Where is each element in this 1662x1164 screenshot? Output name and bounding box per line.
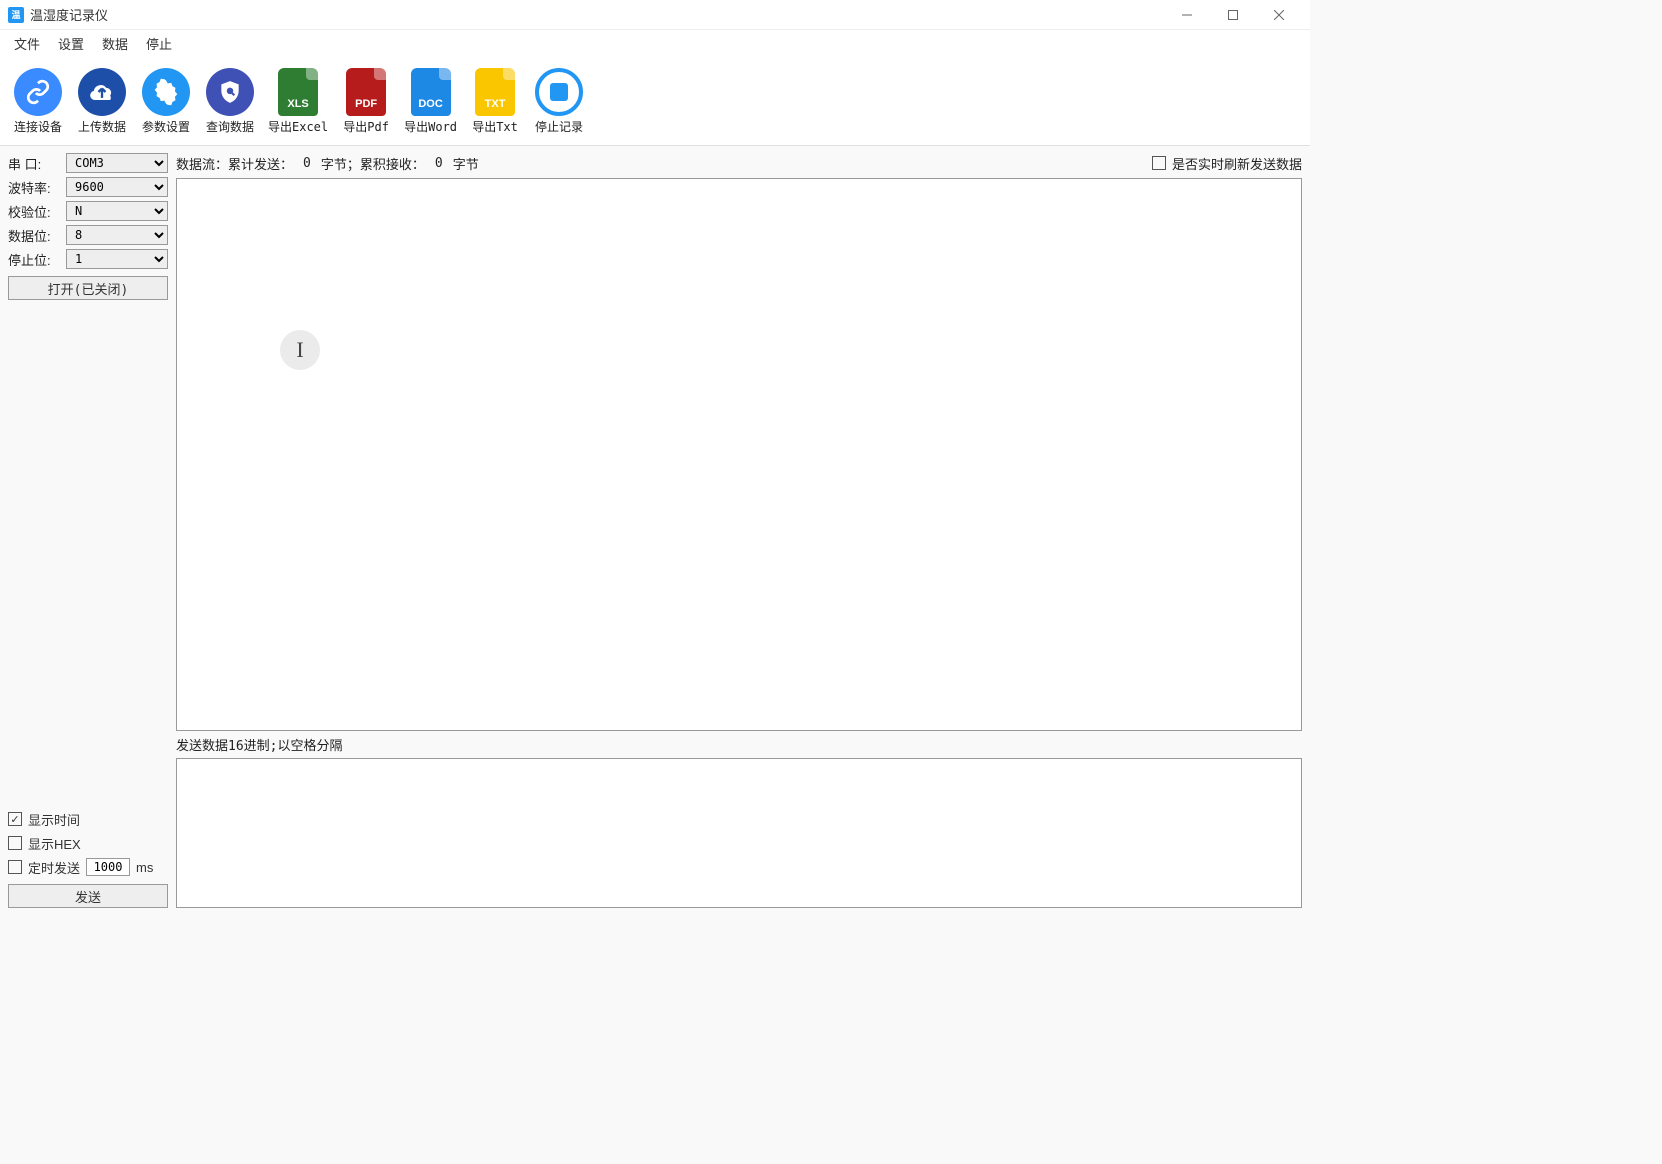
interval-unit: ms <box>136 860 153 875</box>
export-txt-label: 导出Txt <box>472 118 518 135</box>
recv-label: 累积接收： <box>360 154 425 173</box>
baud-select[interactable]: 9600 <box>66 177 168 197</box>
maximize-button[interactable] <box>1210 0 1256 30</box>
check-label: 校验位: <box>8 202 60 221</box>
port-label: 串 口: <box>8 154 60 173</box>
show-time-checkbox[interactable]: ✓ <box>8 812 22 826</box>
export-word-label: 导出Word <box>404 118 457 135</box>
export-word-button[interactable]: DOC 导出Word <box>400 66 461 137</box>
show-hex-label: 显示HEX <box>28 834 81 853</box>
open-port-button[interactable]: 打开(已关闭) <box>8 276 168 300</box>
connect-device-label: 连接设备 <box>14 118 62 135</box>
cloud-upload-icon <box>78 68 126 116</box>
databit-select[interactable]: 8 <box>66 225 168 245</box>
port-select[interactable]: COM3 <box>66 153 168 173</box>
send-button[interactable]: 发送 <box>8 884 168 908</box>
export-txt-button[interactable]: TXT 导出Txt <box>465 66 525 137</box>
txt-file-icon: TXT <box>475 68 515 116</box>
realtime-refresh-label: 是否实时刷新发送数据 <box>1172 154 1302 173</box>
export-pdf-button[interactable]: PDF 导出Pdf <box>336 66 396 137</box>
upload-data-button[interactable]: 上传数据 <box>72 66 132 137</box>
export-pdf-label: 导出Pdf <box>343 118 389 135</box>
link-icon <box>14 68 62 116</box>
app-icon: 温 <box>8 7 24 23</box>
recv-count: 0 <box>435 156 443 171</box>
show-hex-checkbox[interactable] <box>8 836 22 850</box>
timed-send-checkbox[interactable] <box>8 860 22 874</box>
receive-textarea[interactable] <box>176 178 1302 731</box>
query-data-label: 查询数据 <box>206 118 254 135</box>
realtime-refresh-checkbox[interactable] <box>1152 156 1166 170</box>
connect-device-button[interactable]: 连接设备 <box>8 66 68 137</box>
doc-file-icon: DOC <box>411 68 451 116</box>
databit-label: 数据位: <box>8 226 60 245</box>
send-textarea[interactable] <box>176 758 1302 908</box>
stop-icon <box>535 68 583 116</box>
param-settings-label: 参数设置 <box>142 118 190 135</box>
recv-unit: 字节 <box>453 154 479 173</box>
close-button[interactable] <box>1256 0 1302 30</box>
window-title: 温湿度记录仪 <box>30 5 108 24</box>
stop-record-label: 停止记录 <box>535 118 583 135</box>
export-excel-label: 导出Excel <box>268 118 328 135</box>
sidebar: 串 口: COM3 波特率: 9600 校验位: N 数据位: 8 停止位: 1… <box>8 152 168 908</box>
pdf-file-icon: PDF <box>346 68 386 116</box>
window-titlebar: 温 温湿度记录仪 <box>0 0 1310 30</box>
gear-icon <box>142 68 190 116</box>
stop-record-button[interactable]: 停止记录 <box>529 66 589 137</box>
xls-file-icon: XLS <box>278 68 318 116</box>
timed-send-label: 定时发送 <box>28 858 80 877</box>
shield-search-icon <box>206 68 254 116</box>
query-data-button[interactable]: 查询数据 <box>200 66 260 137</box>
stopbit-label: 停止位: <box>8 250 60 269</box>
interval-input[interactable] <box>86 858 130 876</box>
param-settings-button[interactable]: 参数设置 <box>136 66 196 137</box>
sent-unit: 字节； <box>321 154 360 173</box>
check-select[interactable]: N <box>66 201 168 221</box>
show-time-label: 显示时间 <box>28 810 80 829</box>
baud-label: 波特率: <box>8 178 60 197</box>
flow-label: 数据流： <box>176 154 228 173</box>
toolbar: 连接设备 上传数据 参数设置 查询数据 XLS 导出Excel PDF 导出Pd… <box>0 56 1310 146</box>
data-flow-row: 数据流： 累计发送： 0 字节； 累积接收： 0 字节 是否实时刷新发送数据 <box>176 152 1302 174</box>
export-excel-button[interactable]: XLS 导出Excel <box>264 66 332 137</box>
menu-file[interactable]: 文件 <box>6 31 48 56</box>
upload-data-label: 上传数据 <box>78 118 126 135</box>
sent-count: 0 <box>303 156 311 171</box>
sent-label: 累计发送： <box>228 154 293 173</box>
send-hex-label: 发送数据16进制;以空格分隔 <box>176 735 1302 754</box>
menu-data[interactable]: 数据 <box>94 31 136 56</box>
minimize-button[interactable] <box>1164 0 1210 30</box>
menu-settings[interactable]: 设置 <box>50 31 92 56</box>
main-panel: 数据流： 累计发送： 0 字节； 累积接收： 0 字节 是否实时刷新发送数据 发… <box>176 152 1302 908</box>
stopbit-select[interactable]: 1 <box>66 249 168 269</box>
menu-stop[interactable]: 停止 <box>138 31 180 56</box>
menubar: 文件 设置 数据 停止 <box>0 30 1310 56</box>
